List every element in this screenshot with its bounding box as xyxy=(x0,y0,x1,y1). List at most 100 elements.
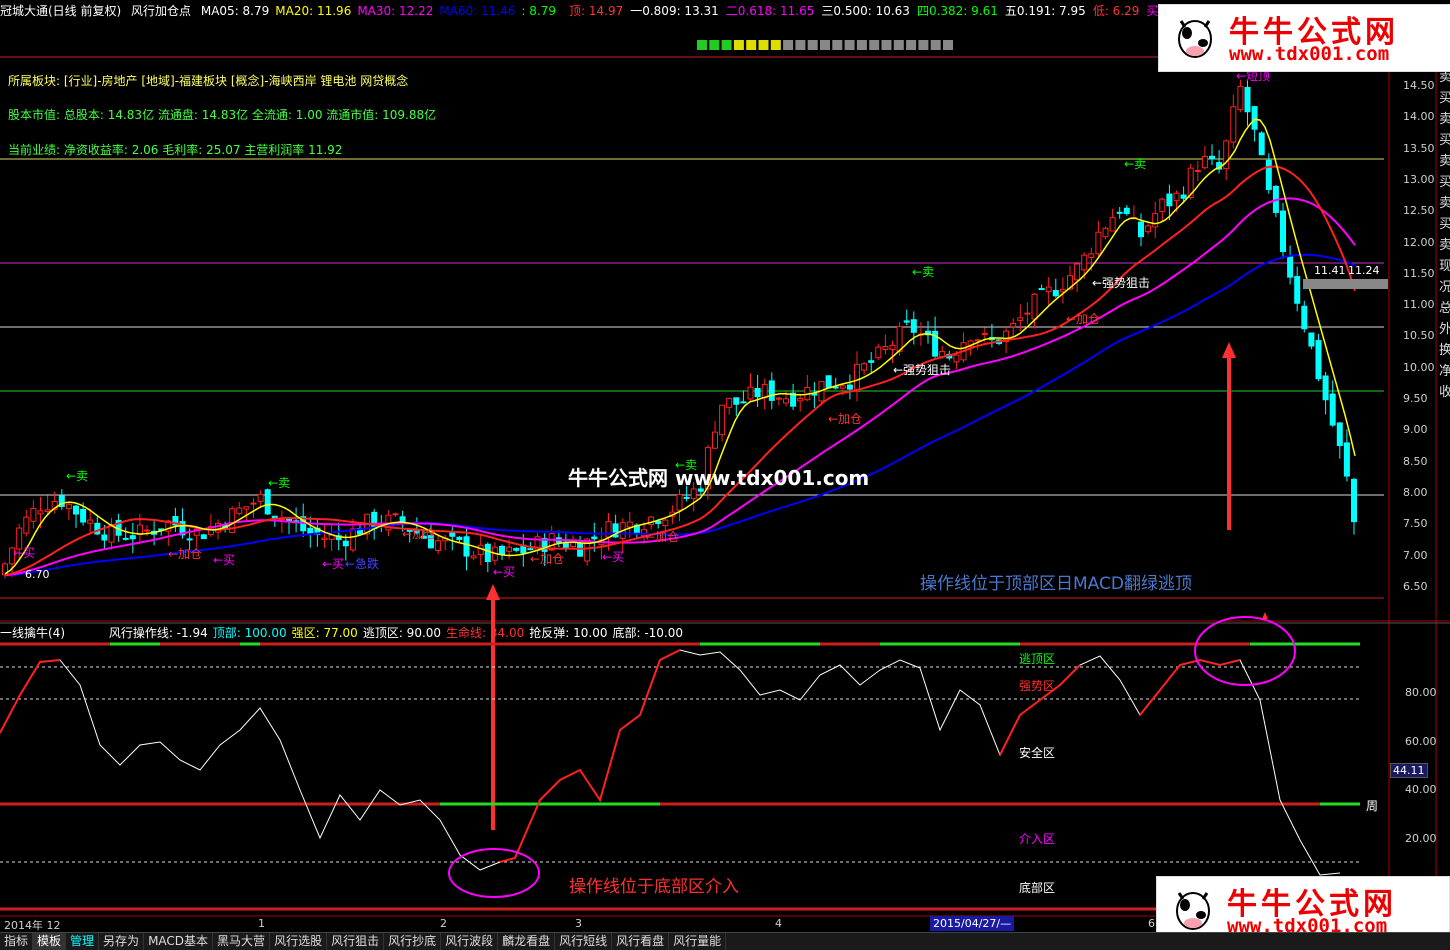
candle-body xyxy=(122,537,129,540)
candle-body xyxy=(484,543,491,563)
status-square xyxy=(856,40,867,50)
candle-body xyxy=(662,519,669,527)
candle-body xyxy=(676,493,683,511)
tab-11[interactable]: 风行短线 xyxy=(555,933,613,950)
candle-body xyxy=(200,534,207,540)
fib-value: 一0.809: 13.31 xyxy=(630,4,719,18)
signal-label: ←买 xyxy=(493,565,516,579)
tab-5[interactable]: 黑马大营 xyxy=(213,933,271,950)
indicator-tick: 40.00 xyxy=(1405,783,1437,796)
stock-title: 冠城大通(日线 前复权) xyxy=(0,4,122,18)
price-tick: 8.00 xyxy=(1403,485,1428,499)
signal-label: ←卖 xyxy=(912,265,935,279)
signal-label: ←买 xyxy=(602,550,625,564)
candle-body xyxy=(683,496,690,499)
price-tick: 13.50 xyxy=(1403,141,1435,155)
status-square xyxy=(783,40,794,50)
status-square xyxy=(795,40,806,50)
signal-label: ←卖 xyxy=(268,476,291,490)
candle-body xyxy=(23,516,30,534)
zone-escape: 逃顶区 xyxy=(1019,652,1056,666)
candle-body xyxy=(854,363,860,392)
candle-body xyxy=(80,508,87,523)
fib-value: 四0.382: 9.61 xyxy=(916,4,998,18)
candle-body xyxy=(37,510,44,515)
right-edge-char: 换 xyxy=(1439,343,1450,358)
price-tick: 14.00 xyxy=(1403,110,1435,124)
right-edge-char: 现 xyxy=(1439,259,1450,274)
tab-2[interactable]: 管理 xyxy=(66,933,100,950)
ma-value: MA20: 11.96 xyxy=(275,4,352,18)
tab-9[interactable]: 风行波段 xyxy=(441,933,499,950)
indicator-param: 风行操作线: -1.94 xyxy=(108,626,208,640)
tab-7[interactable]: 风行狙击 xyxy=(327,933,385,950)
status-square xyxy=(807,40,818,50)
signal-label: ←加仓 xyxy=(168,547,203,561)
candle-body xyxy=(868,360,875,363)
right-edge-char: 买 xyxy=(1439,91,1450,106)
note-top: 操作线位于顶部区日MACD翻绿逃顶 xyxy=(920,574,1192,594)
ma-value: MA60: 11.46 xyxy=(439,4,516,18)
status-square xyxy=(733,40,744,50)
tab-12[interactable]: 风行看盘 xyxy=(612,933,670,950)
price-tick: 14.50 xyxy=(1403,79,1435,92)
indicator-tick: 80.00 xyxy=(1405,686,1437,699)
price-tick: 6.50 xyxy=(1403,579,1428,593)
indicator-title: 风行加仓点 xyxy=(131,4,192,18)
tab-4[interactable]: MACD基本 xyxy=(144,933,214,950)
tab-8[interactable]: 风行抄底 xyxy=(384,933,442,950)
price-tick: 10.00 xyxy=(1403,360,1435,374)
candle-body xyxy=(1031,293,1038,320)
candle-body xyxy=(1038,288,1045,291)
candle-body xyxy=(65,503,72,510)
candle-body xyxy=(371,511,378,530)
candle-body xyxy=(87,519,94,524)
selected-date[interactable]: 2015/04/27/— xyxy=(930,916,1015,931)
candle-body xyxy=(825,375,832,389)
right-edge-char: 卖 xyxy=(1439,112,1450,127)
candle-body xyxy=(1230,106,1237,143)
candle-body xyxy=(236,507,243,515)
signal-label: ←急跌 xyxy=(345,557,380,571)
fib-value: 二0.618: 11.65 xyxy=(725,4,815,18)
candle-body xyxy=(349,528,356,551)
candle-body xyxy=(981,332,988,335)
tab-13[interactable]: 风行量能 xyxy=(669,933,727,950)
candle-body xyxy=(1322,375,1329,401)
signal-label: ←卖 xyxy=(66,469,89,483)
candle-body xyxy=(1173,192,1180,202)
tab-10[interactable]: 麟龙看盘 xyxy=(498,933,556,950)
tab-0[interactable]: 指标 xyxy=(0,933,34,950)
indicator-area xyxy=(0,612,1360,911)
candle-body xyxy=(1123,207,1130,215)
candle-body xyxy=(882,345,889,350)
candle-body xyxy=(875,346,882,359)
candle-body xyxy=(1194,170,1201,173)
signal-label: ←强势狙击 xyxy=(1092,276,1151,290)
candle-body xyxy=(1308,332,1315,347)
low-price-label: 6.70 xyxy=(25,568,50,581)
cow-icon xyxy=(1176,892,1210,930)
candle-body xyxy=(1074,263,1081,281)
price-tick: 11.50 xyxy=(1403,266,1435,280)
zone-entry: 介入区 xyxy=(1019,832,1056,846)
indicator-tick: 20.00 xyxy=(1405,832,1437,845)
fib-value: 五0.191: 7.95 xyxy=(1004,4,1086,18)
candle-body xyxy=(513,548,520,551)
candle-body xyxy=(797,397,804,402)
tab-3[interactable]: 另存为 xyxy=(99,933,145,950)
candle-body xyxy=(1095,231,1102,255)
tab-1[interactable]: 模板 xyxy=(33,933,67,950)
candle-body xyxy=(456,536,463,540)
tab-6[interactable]: 风行选股 xyxy=(270,933,328,950)
signal-label: ←加仓 xyxy=(645,530,680,544)
candle-body xyxy=(342,540,349,547)
candle-body xyxy=(1138,221,1144,238)
signal-label: ←加仓 xyxy=(828,412,863,426)
candle-body xyxy=(655,520,662,525)
candle-body xyxy=(1251,106,1258,130)
candle-body xyxy=(264,489,271,515)
indicator-param: 强区: 77.00 xyxy=(291,626,358,640)
indicator-name[interactable]: 一线擒牛(4) xyxy=(0,626,65,640)
status-square xyxy=(918,40,929,50)
